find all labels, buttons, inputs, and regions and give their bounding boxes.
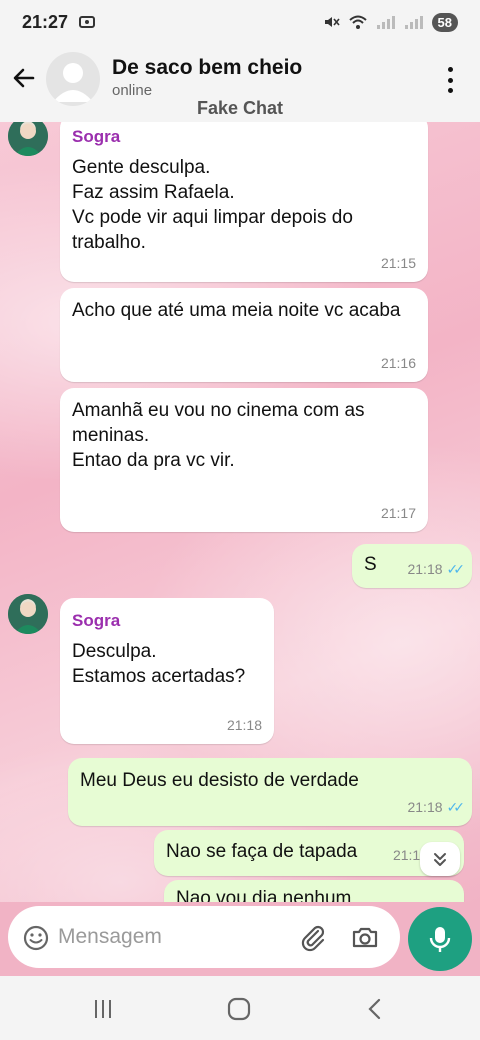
home-button[interactable] [224,994,254,1024]
message-bubble-incoming[interactable]: Acho que até uma meia noite vc acaba 21:… [60,288,428,382]
message-bubble-incoming[interactable]: Amanhã eu vou no cinema com as meninas. … [60,388,428,532]
recent-apps-button[interactable] [88,994,118,1024]
status-bar: 21:27 58 [0,0,480,44]
attach-icon [301,925,325,952]
emoji-button[interactable] [22,924,50,952]
message-bubble-outgoing[interactable]: Nao se faça de tapada 21:19 [154,830,464,876]
message-text: Amanhã eu vou no cinema com as meninas. … [72,400,365,471]
message-time: 21:17 [380,505,416,521]
mute-icon [324,17,340,27]
message-input-container[interactable] [8,906,400,968]
read-ticks-icon: ✓✓ [446,799,466,815]
message-sender: Sogra [72,127,121,146]
sogra-avatar-image [8,122,48,156]
back-arrow-icon [13,68,35,88]
message-input[interactable] [58,906,288,968]
read-ticks-icon: ✓✓ [446,561,466,577]
nav-back-icon [368,998,381,1020]
message-text: Meu Deus eu desisto de verdade [80,770,359,791]
back-button[interactable] [8,62,40,94]
recent-apps-icon [95,1000,111,1018]
signal-2-icon [404,16,423,29]
more-vert-icon [447,67,453,72]
contact-status: online [112,82,153,99]
message-text: Desculpa. Estamos acertadas? [72,641,246,687]
screen-record-icon [79,16,96,28]
message-text: Gente desculpa. Faz assim Rafaela. Vc po… [72,157,353,253]
sender-avatar[interactable] [8,594,48,634]
camera-button[interactable] [350,922,380,952]
scroll-to-bottom-button[interactable] [420,842,460,876]
camera-icon [352,927,378,948]
message-bubble-incoming[interactable]: Sogra Desculpa. Estamos acertadas? 21:18 [60,598,274,744]
message-bubble-outgoing[interactable]: S 21:18 ✓✓ [352,544,472,588]
message-time: 21:16 [380,355,416,371]
more-options-button[interactable] [438,64,462,96]
message-time: 21:18 [407,799,443,815]
attach-button[interactable] [298,922,328,952]
message-time: 21:18 [407,561,443,577]
nav-back-button[interactable] [360,994,390,1024]
message-text: Nao vou dia nenhum [176,888,352,902]
home-icon [227,997,251,1021]
chat-header: De saco bem cheio online Fake Chat [0,44,480,122]
status-time: 21:27 [22,11,69,32]
sogra-avatar-image [8,594,48,634]
message-bubble-incoming[interactable]: Sogra Gente desculpa. Faz assim Rafaela.… [60,122,428,282]
chat-area[interactable]: Sogra Gente desculpa. Faz assim Rafaela.… [0,122,480,902]
message-bubble-outgoing[interactable]: Nao vou dia nenhum [164,880,464,902]
chevron-down-icon [434,853,446,866]
voice-message-button[interactable] [408,907,472,971]
message-bubble-outgoing[interactable]: Meu Deus eu desisto de verdade 21:18 ✓✓ [68,758,472,826]
message-sender: Sogra [72,611,121,630]
message-text: Acho que até uma meia noite vc acaba [72,300,401,321]
emoji-icon [23,925,49,951]
contact-name[interactable]: De saco bem cheio [112,56,302,80]
wifi-icon [348,15,367,29]
sender-avatar[interactable] [8,122,48,156]
composer-bar [0,902,480,976]
message-time: 21:18 [226,717,262,733]
mic-icon [429,927,451,952]
battery-indicator: 58 [431,12,458,32]
app-watermark: Fake Chat [196,98,284,118]
message-time: 21:15 [380,255,416,271]
system-nav-bar [0,976,480,1040]
signal-icon [376,16,395,29]
